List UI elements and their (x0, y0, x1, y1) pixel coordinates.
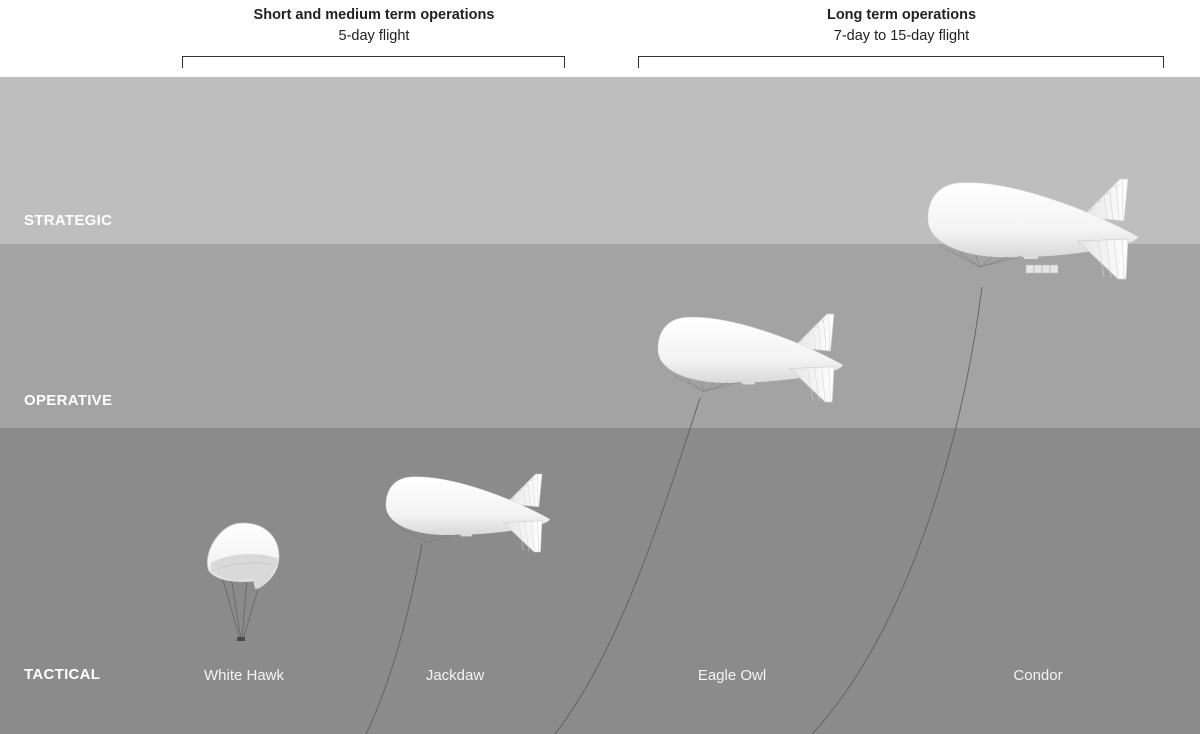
condor-blimp (927, 178, 1139, 280)
balloon-name-condor: Condor (1013, 667, 1063, 684)
tether-condor (811, 286, 983, 734)
balloon-name-eagle-owl: Eagle Owl (697, 667, 767, 684)
balloon-name-white-hawk: White Hawk (203, 667, 285, 684)
jackdaw-blimp (385, 473, 551, 553)
balloon-name-jackdaw: Jackdaw (425, 667, 485, 684)
white-hawk-aerostat (207, 522, 280, 641)
aerostat-illustrations (207, 178, 1139, 734)
eagle-owl-blimp (657, 313, 844, 403)
tether-jackdaw (365, 543, 423, 734)
